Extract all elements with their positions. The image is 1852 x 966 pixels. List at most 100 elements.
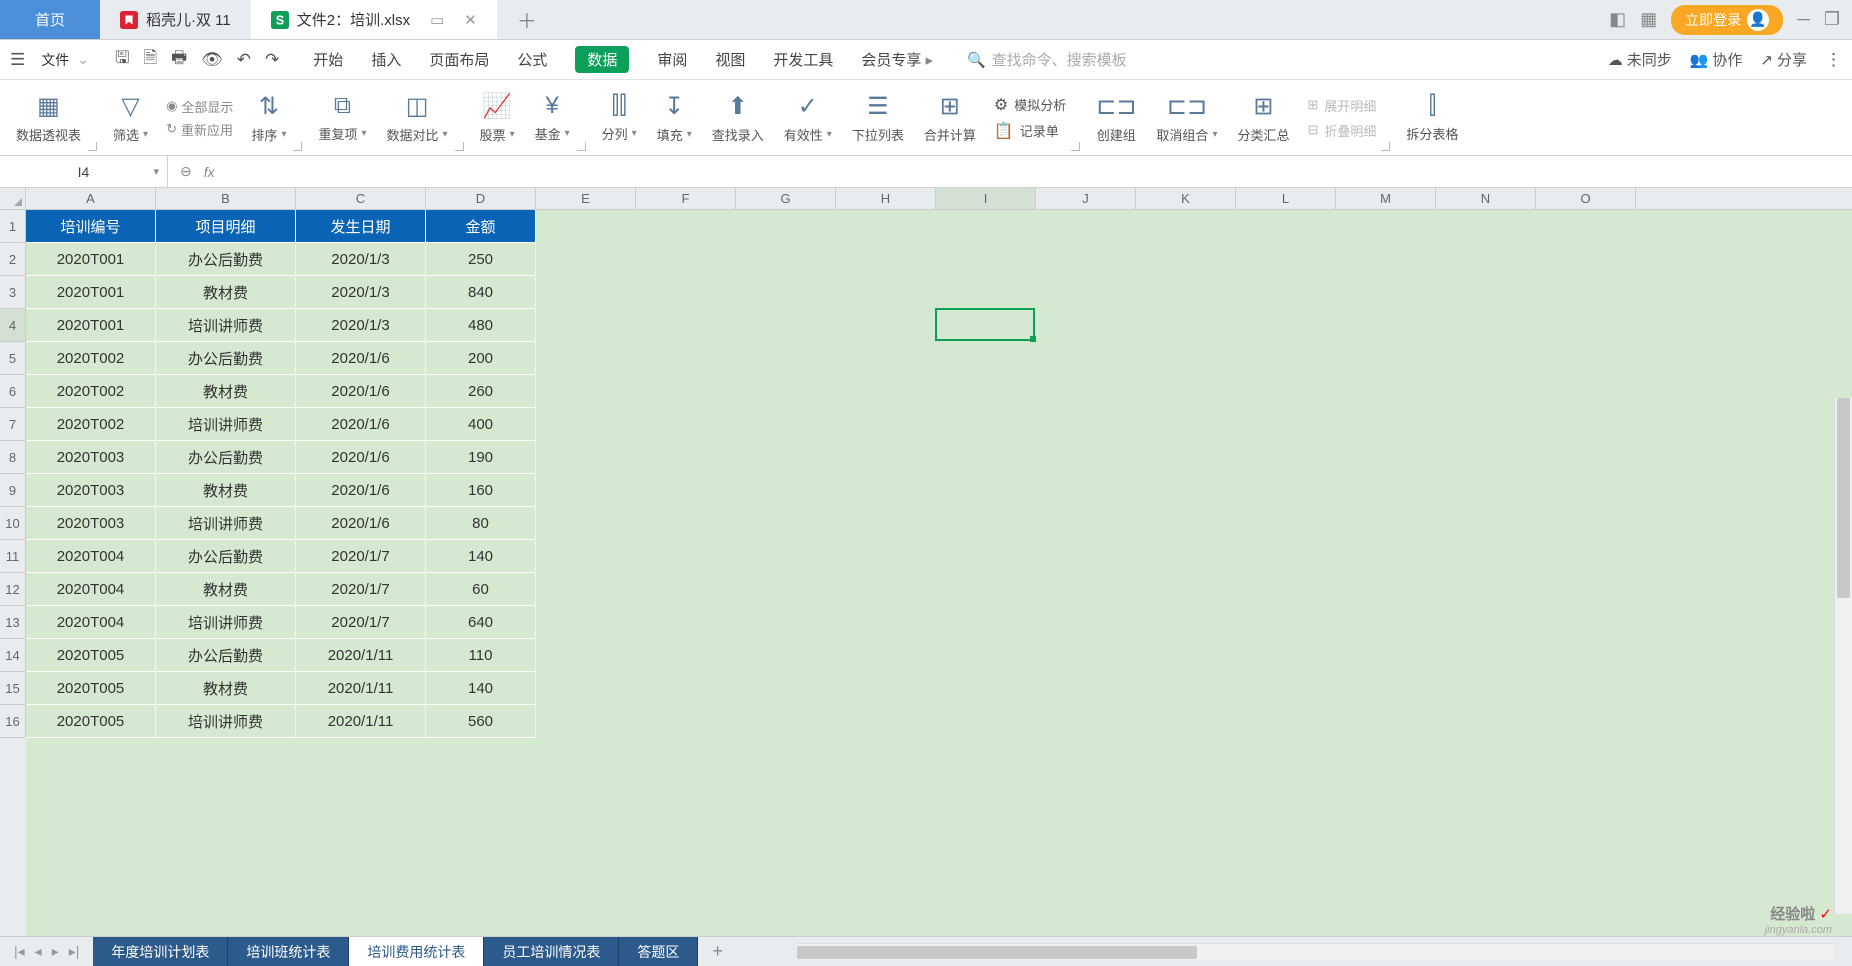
minimize-icon[interactable]: ─ — [1797, 9, 1810, 30]
data-cell[interactable]: 2020/1/11 — [296, 672, 426, 705]
new-tab-button[interactable]: ＋ — [497, 0, 557, 39]
row-header[interactable]: 5 — [0, 342, 26, 375]
data-cell[interactable]: 办公后勤费 — [156, 342, 296, 375]
data-cell[interactable]: 2020T001 — [26, 309, 156, 342]
data-cell[interactable]: 2020/1/3 — [296, 276, 426, 309]
row-header[interactable]: 7 — [0, 408, 26, 441]
column-header[interactable]: F — [636, 188, 736, 209]
add-sheet-button[interactable]: + — [698, 937, 737, 966]
cells-area[interactable]: 培训编号项目明细发生日期金额2020T001办公后勤费2020/1/325020… — [26, 210, 1852, 944]
data-cell[interactable]: 2020/1/11 — [296, 705, 426, 738]
data-cell[interactable]: 2020/1/6 — [296, 375, 426, 408]
column-header[interactable]: C — [296, 188, 426, 209]
consolidate-button[interactable]: ⊞合并计算 — [914, 92, 986, 144]
column-header[interactable]: J — [1036, 188, 1136, 209]
redo-icon[interactable]: ↷ — [265, 50, 279, 70]
column-header[interactable]: H — [836, 188, 936, 209]
data-cell[interactable]: 260 — [426, 375, 536, 408]
preview-icon[interactable]: 👁 — [201, 50, 223, 70]
stock-button[interactable]: 📈股票 — [470, 92, 525, 144]
horizontal-scrollbar[interactable] — [797, 943, 1834, 961]
sort-button[interactable]: ⇅排序 — [241, 92, 296, 144]
data-cell[interactable]: 教材费 — [156, 573, 296, 606]
data-cell[interactable]: 400 — [426, 408, 536, 441]
data-cell[interactable]: 教材费 — [156, 672, 296, 705]
sheet-next-icon[interactable]: ▸ — [48, 943, 63, 960]
save-icon[interactable]: 🖫 — [115, 45, 129, 74]
name-box[interactable]: I4▾ — [0, 156, 168, 187]
data-cell[interactable]: 60 — [426, 573, 536, 606]
data-cell[interactable]: 2020/1/11 — [296, 639, 426, 672]
menu-icon[interactable]: ☰ — [10, 50, 25, 70]
data-cell[interactable]: 640 — [426, 606, 536, 639]
dropdown-list-button[interactable]: ☰下拉列表 — [842, 92, 914, 144]
apps-icon[interactable]: ▦ — [1640, 9, 1657, 30]
more-icon[interactable]: ⋮ — [1825, 50, 1842, 70]
row-header[interactable]: 2 — [0, 243, 26, 276]
tab-spreadsheet[interactable]: S 文件2：培训.xlsx ▭ ✕ — [251, 0, 497, 39]
maximize-icon[interactable]: ❐ — [1824, 9, 1840, 30]
data-cell[interactable]: 2020/1/6 — [296, 507, 426, 540]
data-cell[interactable]: 2020T001 — [26, 276, 156, 309]
data-cell[interactable]: 教材费 — [156, 276, 296, 309]
data-cell[interactable]: 2020T002 — [26, 408, 156, 441]
group-button[interactable]: ⊏⊐创建组 — [1086, 92, 1146, 144]
column-header[interactable]: A — [26, 188, 156, 209]
data-cell[interactable]: 2020T004 — [26, 540, 156, 573]
row-header[interactable]: 6 — [0, 375, 26, 408]
fx-icon[interactable]: fx — [204, 164, 215, 180]
data-cell[interactable]: 办公后勤费 — [156, 243, 296, 276]
collab-button[interactable]: 👥协作 — [1690, 49, 1743, 70]
sheet-prev-icon[interactable]: ◂ — [31, 943, 46, 960]
data-cell[interactable]: 培训讲师费 — [156, 309, 296, 342]
print-icon[interactable]: 🖶 — [171, 45, 187, 74]
ribbon-tab-0[interactable]: 开始 — [313, 49, 343, 70]
row-header[interactable]: 14 — [0, 639, 26, 672]
split-sheet-button[interactable]: ⫿拆分表格 — [1396, 92, 1468, 143]
login-button[interactable]: 立即登录 👤 — [1671, 5, 1783, 35]
pivot-table-button[interactable]: ▦数据透视表 — [6, 92, 91, 144]
row-header[interactable]: 15 — [0, 672, 26, 705]
data-cell[interactable]: 培训讲师费 — [156, 705, 296, 738]
select-all-corner[interactable] — [0, 188, 26, 209]
record-form-button[interactable]: 📋记录单 — [994, 121, 1066, 141]
ribbon-tab-6[interactable]: 视图 — [715, 49, 745, 70]
more-tabs[interactable]: ▸ — [925, 51, 933, 69]
row-header[interactable]: 1 — [0, 210, 26, 243]
data-cell[interactable]: 480 — [426, 309, 536, 342]
data-cell[interactable]: 200 — [426, 342, 536, 375]
data-cell[interactable]: 2020T002 — [26, 375, 156, 408]
data-cell[interactable]: 140 — [426, 540, 536, 573]
header-cell[interactable]: 金额 — [426, 210, 536, 243]
formula-input[interactable] — [227, 164, 1427, 180]
layout-icon[interactable]: ◧ — [1609, 9, 1626, 30]
row-header[interactable]: 11 — [0, 540, 26, 573]
saveas-icon[interactable]: 🗎 — [143, 45, 157, 74]
ribbon-tab-1[interactable]: 插入 — [371, 49, 401, 70]
sheet-tab[interactable]: 年度培训计划表 — [93, 937, 228, 966]
data-cell[interactable]: 培训讲师费 — [156, 408, 296, 441]
data-cell[interactable]: 2020/1/6 — [296, 474, 426, 507]
subtotal-button[interactable]: ⊞分类汇总 — [1227, 92, 1299, 144]
ungroup-button[interactable]: ⊏⊐取消组合 — [1146, 92, 1227, 144]
lookup-entry-button[interactable]: ⬆查找录入 — [702, 92, 774, 144]
data-cell[interactable]: 140 — [426, 672, 536, 705]
row-header[interactable]: 8 — [0, 441, 26, 474]
data-cell[interactable]: 160 — [426, 474, 536, 507]
row-header[interactable]: 3 — [0, 276, 26, 309]
sheet-tab[interactable]: 培训班统计表 — [228, 937, 349, 966]
header-cell[interactable]: 项目明细 — [156, 210, 296, 243]
ribbon-tab-2[interactable]: 页面布局 — [429, 49, 489, 70]
ribbon-tab-3[interactable]: 公式 — [517, 49, 547, 70]
command-search[interactable]: 🔍 查找命令、搜索模板 — [967, 49, 1127, 70]
fill-button[interactable]: ↧填充 — [647, 92, 702, 144]
tab-close-icon[interactable]: ✕ — [464, 11, 477, 29]
tab-docker[interactable]: 稻壳儿·双 11 — [100, 0, 251, 39]
ribbon-tab-5[interactable]: 审阅 — [657, 49, 687, 70]
column-header[interactable]: L — [1236, 188, 1336, 209]
data-cell[interactable]: 2020T003 — [26, 507, 156, 540]
data-cell[interactable]: 250 — [426, 243, 536, 276]
data-cell[interactable]: 2020/1/3 — [296, 243, 426, 276]
filter-button[interactable]: ▽筛选 — [103, 92, 158, 144]
show-all-button[interactable]: ◉全部显示 — [166, 97, 233, 116]
